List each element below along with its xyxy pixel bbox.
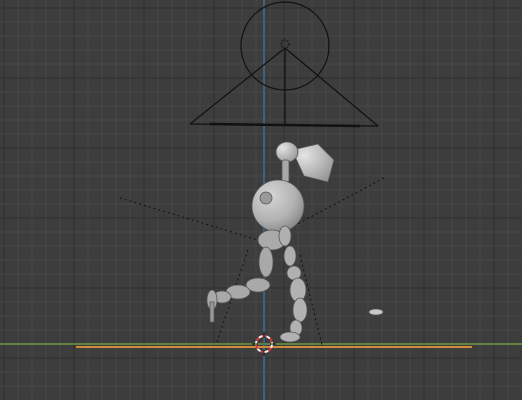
- empty-icon[interactable]: [368, 308, 384, 316]
- 3d-viewport[interactable]: [0, 0, 522, 400]
- torso-joint: [259, 191, 273, 205]
- torso: [251, 179, 305, 233]
- viewport-canvas[interactable]: [0, 0, 522, 400]
- neck: [281, 159, 290, 183]
- back-leg: [206, 246, 274, 323]
